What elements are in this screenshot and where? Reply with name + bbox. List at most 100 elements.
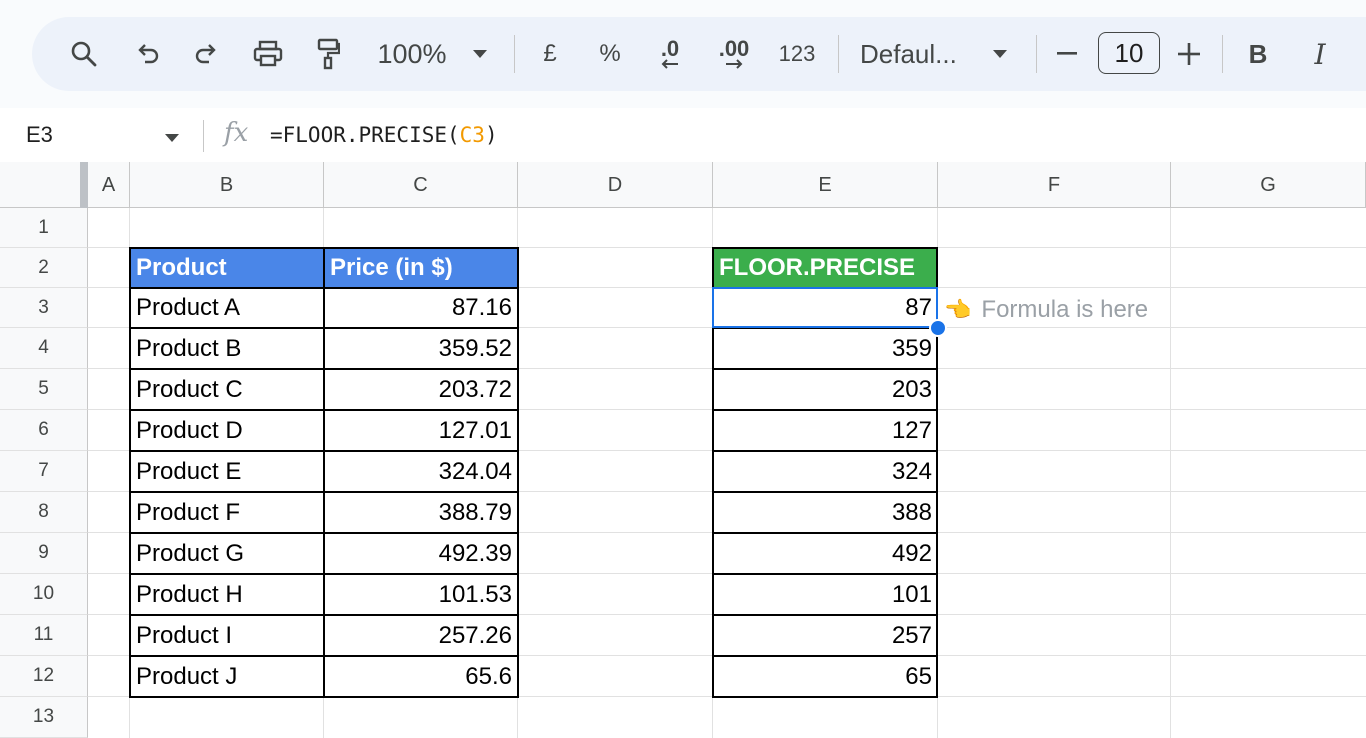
cell-c7-price[interactable]: 324.04: [324, 451, 518, 492]
cell-b10-product[interactable]: Product H: [130, 574, 324, 615]
cell-e9-floor[interactable]: 492: [713, 533, 938, 574]
pointing-hand-icon: 👈: [944, 297, 972, 322]
decrease-decimal-button[interactable]: .0: [646, 17, 694, 91]
increase-decimal-label: .00: [718, 36, 750, 61]
cell-c6-price[interactable]: 127.01: [324, 410, 518, 451]
cell-e6-floor[interactable]: 127: [713, 410, 938, 451]
zoom-select[interactable]: 100%: [372, 17, 452, 91]
formula-bar-divider: [203, 120, 204, 152]
cell-e10-floor[interactable]: 101: [713, 574, 938, 615]
column-header-g[interactable]: G: [1171, 162, 1366, 208]
row-header-8[interactable]: 8: [0, 492, 88, 533]
arrow-right-icon: [726, 59, 743, 69]
row-header-12[interactable]: 12: [0, 656, 88, 697]
cell-b6-product[interactable]: Product D: [130, 410, 324, 451]
table-divider: [712, 573, 938, 575]
formula-input[interactable]: =FLOOR.PRECISE(C3): [270, 108, 498, 162]
column-header-a[interactable]: A: [88, 162, 130, 208]
table-divider: [712, 614, 938, 616]
toolbar-divider: [1036, 35, 1037, 73]
cell-b5-product[interactable]: Product C: [130, 369, 324, 410]
font-size-input[interactable]: 10: [1098, 32, 1160, 74]
font-caret-icon[interactable]: [988, 17, 1012, 91]
cell-c10-price[interactable]: 101.53: [324, 574, 518, 615]
row-header-4[interactable]: 4: [0, 328, 88, 369]
cell-b2-product-header[interactable]: Product: [130, 248, 324, 288]
cell-e12-floor[interactable]: 65: [713, 656, 938, 697]
formula-bar: E3 fx =FLOOR.PRECISE(C3): [0, 108, 1366, 163]
column-header-d[interactable]: D: [518, 162, 713, 208]
redo-icon[interactable]: [186, 17, 226, 91]
cell-c3-price[interactable]: 87.16: [324, 288, 518, 328]
column-header-e[interactable]: E: [713, 162, 938, 208]
table-divider: [712, 368, 938, 370]
print-icon[interactable]: [246, 17, 290, 91]
cell-e11-floor[interactable]: 257: [713, 615, 938, 656]
cell-b3-product[interactable]: Product A: [130, 288, 324, 328]
table-divider: [129, 532, 519, 534]
column-header-b[interactable]: B: [130, 162, 324, 208]
increase-decimal-button[interactable]: .00: [708, 17, 760, 91]
cell-c2-price-header[interactable]: Price (in $): [324, 248, 518, 288]
select-all-corner[interactable]: [0, 162, 88, 208]
decrease-font-size-icon[interactable]: [1052, 17, 1082, 91]
row-header-5[interactable]: 5: [0, 369, 88, 410]
table-divider: [129, 573, 519, 575]
row-header-11[interactable]: 11: [0, 615, 88, 656]
increase-font-size-icon[interactable]: [1174, 17, 1204, 91]
zoom-caret-icon[interactable]: [468, 17, 492, 91]
table-divider: [129, 287, 519, 289]
cell-b4-product[interactable]: Product B: [130, 328, 324, 369]
font-select[interactable]: Defaul...: [860, 17, 970, 91]
name-box[interactable]: E3: [26, 108, 53, 162]
cell-b8-product[interactable]: Product F: [130, 492, 324, 533]
formula-cell-reference: C3: [459, 123, 485, 147]
table-divider: [129, 491, 519, 493]
cell-c4-price[interactable]: 359.52: [324, 328, 518, 369]
selected-cell-e3[interactable]: [712, 287, 938, 328]
cell-c11-price[interactable]: 257.26: [324, 615, 518, 656]
table-divider: [129, 368, 519, 370]
toolbar-area: 100% £ % .0 .00 123 Defaul... 10 B I: [0, 0, 1366, 108]
column-header-c[interactable]: C: [324, 162, 518, 208]
row-header-7[interactable]: 7: [0, 451, 88, 492]
table-divider: [712, 491, 938, 493]
row-header-10[interactable]: 10: [0, 574, 88, 615]
cell-c12-price[interactable]: 65.6: [324, 656, 518, 697]
decrease-decimal-label: .0: [660, 36, 680, 61]
cell-b12-product[interactable]: Product J: [130, 656, 324, 697]
table-divider: [323, 247, 325, 698]
row-header-1[interactable]: 1: [0, 208, 88, 248]
cell-c8-price[interactable]: 388.79: [324, 492, 518, 533]
row-header-13[interactable]: 13: [0, 697, 88, 738]
cell-e4-floor[interactable]: 359: [713, 328, 938, 369]
percent-format-button[interactable]: %: [592, 17, 628, 91]
row-header-9[interactable]: 9: [0, 533, 88, 574]
cell-c9-price[interactable]: 492.39: [324, 533, 518, 574]
cell-e8-floor[interactable]: 388: [713, 492, 938, 533]
cell-b9-product[interactable]: Product G: [130, 533, 324, 574]
row-header-2[interactable]: 2: [0, 248, 88, 288]
cell-e2-floor-header[interactable]: FLOOR.PRECISE: [713, 248, 938, 288]
paint-format-icon[interactable]: [308, 17, 348, 91]
currency-format-button[interactable]: £: [532, 17, 568, 91]
cell-b11-product[interactable]: Product I: [130, 615, 324, 656]
cell-b7-product[interactable]: Product E: [130, 451, 324, 492]
formula-note-text: Formula is here: [981, 296, 1149, 323]
cell-e5-floor[interactable]: 203: [713, 369, 938, 410]
row-header-6[interactable]: 6: [0, 410, 88, 451]
bold-button[interactable]: B: [1240, 17, 1276, 91]
row-header-3[interactable]: 3: [0, 288, 88, 328]
cell-e7-floor[interactable]: 324: [713, 451, 938, 492]
formula-suffix: ): [484, 123, 498, 147]
formula-note: 👈 Formula is here: [944, 290, 1148, 330]
column-header-f[interactable]: F: [938, 162, 1171, 208]
cell-c5-price[interactable]: 203.72: [324, 369, 518, 410]
name-box-caret-icon[interactable]: [164, 130, 180, 148]
search-menu-icon[interactable]: [62, 17, 106, 91]
undo-icon[interactable]: [128, 17, 168, 91]
table-divider: [129, 655, 519, 657]
more-formats-button[interactable]: 123: [772, 17, 822, 91]
italic-button[interactable]: I: [1302, 17, 1338, 91]
spreadsheet-grid[interactable]: A B C D E F G 1 2 3 4 5 6 7 8 9 10 11 12 13 Product Price (in…: [0, 162, 1366, 738]
